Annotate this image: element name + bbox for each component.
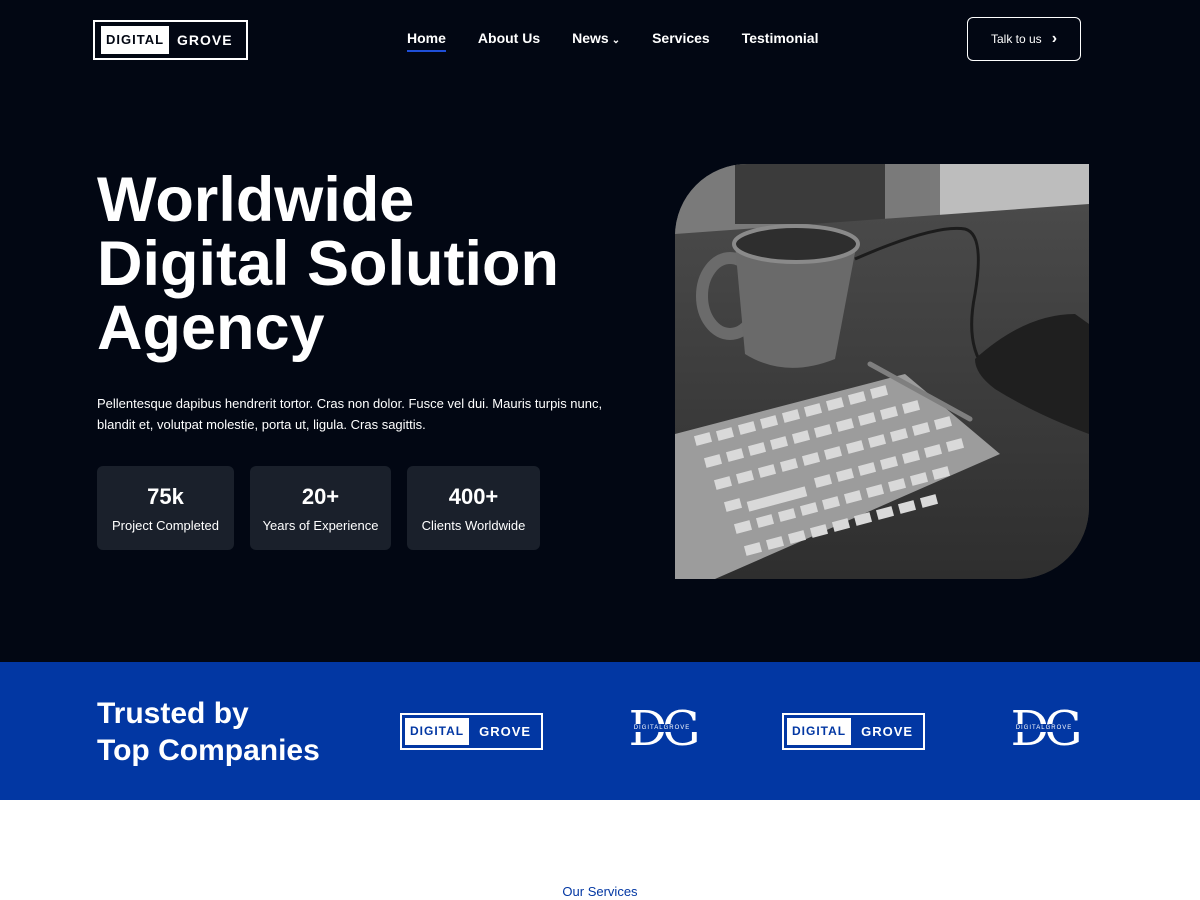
logo-part-grove: GROVE xyxy=(177,32,233,48)
stat-card: 20+ Years of Experience xyxy=(250,466,391,550)
headline-line-2: Digital Solution xyxy=(97,229,559,299)
stat-card: 400+ Clients Worldwide xyxy=(407,466,540,550)
trusted-title: Trusted by Top Companies xyxy=(97,695,320,769)
company-logo-digital-grove: DIGITAL GROVE xyxy=(400,713,543,750)
main-nav: Home About Us News ⌄ Services Testimonial xyxy=(407,30,818,52)
chevron-right-icon: › xyxy=(1051,30,1058,47)
trusted-title-line-1: Trusted by xyxy=(97,697,249,730)
company-logo-part-grove: GROVE xyxy=(861,724,914,739)
nav-item-news-label: News xyxy=(572,30,609,46)
talk-to-us-button[interactable]: Talk to us › xyxy=(967,17,1081,61)
stat-label: Clients Worldwide xyxy=(421,517,526,533)
hero-headline: Worldwide Digital Solution Agency xyxy=(97,168,617,360)
stat-card: 75k Project Completed xyxy=(97,466,234,550)
nav-item-about-us[interactable]: About Us xyxy=(478,30,540,52)
headline-line-1: Worldwide xyxy=(97,165,415,235)
monogram-subtext: DIGITALGROVE xyxy=(1004,724,1084,732)
stat-label: Years of Experience xyxy=(262,517,379,533)
company-logo-dg-monogram: DG DIGITALGROVE xyxy=(1000,702,1088,756)
company-logo-part-grove: GROVE xyxy=(479,724,532,739)
trusted-title-line-2: Top Companies xyxy=(97,734,320,767)
services-section-label: Our Services xyxy=(562,884,638,899)
hero-image xyxy=(675,164,1089,579)
keyboard-mug-photo xyxy=(675,164,1089,579)
headline-line-3: Agency xyxy=(97,293,325,363)
company-logo-part-digital: DIGITAL xyxy=(787,718,852,745)
logo-part-digital: DIGITAL xyxy=(101,26,170,54)
hero-description: Pellentesque dapibus hendrerit tortor. C… xyxy=(97,396,603,432)
company-logo-digital-grove: DIGITAL GROVE xyxy=(782,713,925,750)
chevron-down-icon: ⌄ xyxy=(611,35,621,46)
stat-value: 75k xyxy=(147,483,184,509)
stat-label: Project Completed xyxy=(112,517,219,533)
nav-item-news[interactable]: News ⌄ xyxy=(572,30,620,52)
site-logo[interactable]: DIGITAL GROVE xyxy=(93,20,248,60)
stat-value: 20+ xyxy=(301,483,340,509)
nav-item-testimonial[interactable]: Testimonial xyxy=(742,30,819,52)
company-logo-dg-monogram: DG DIGITALGROVE xyxy=(618,702,706,756)
stat-value: 400+ xyxy=(448,483,499,509)
nav-item-home[interactable]: Home xyxy=(407,30,446,52)
hero-section: DIGITAL GROVE Home About Us News ⌄ Servic… xyxy=(0,0,1200,662)
nav-item-services[interactable]: Services xyxy=(652,30,710,52)
trusted-companies-section: Trusted by Top Companies DIGITAL GROVE D… xyxy=(0,662,1200,800)
talk-to-us-label: Talk to us xyxy=(990,32,1042,46)
monogram-subtext: DIGITALGROVE xyxy=(622,724,702,732)
stats-row: 75k Project Completed 20+ Years of Exper… xyxy=(97,466,540,550)
company-logo-part-digital: DIGITAL xyxy=(405,718,470,745)
